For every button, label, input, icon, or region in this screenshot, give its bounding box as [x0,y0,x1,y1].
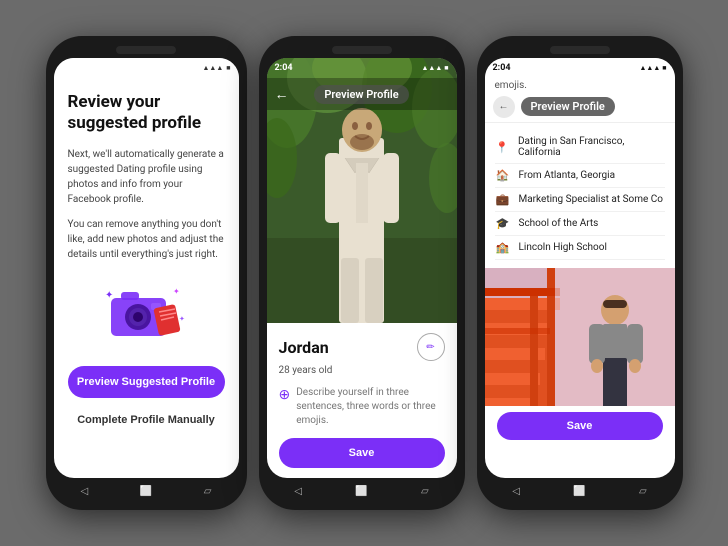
phone-2-notch [332,46,392,54]
add-bio-icon[interactable]: ⊕ [279,386,291,404]
list-item: 📍 Dating in San Francisco, California [495,131,665,164]
high-school-text: Lincoln High School [519,242,607,253]
school-icon: 🎓 [495,217,511,230]
work-icon: 💼 [495,193,511,206]
preview-suggested-profile-button[interactable]: Preview Suggested Profile [68,366,225,398]
nav-recents-button-2[interactable]: ▱ [418,484,432,498]
list-item: 🏫 Lincoln High School [495,236,665,260]
nav-recents-button[interactable]: ▱ [201,484,215,498]
nav-recents-button-3[interactable]: ▱ [636,484,650,498]
phone-3-status-icons: ▲▲▲ ■ [639,64,666,72]
phone-2: 2:04 ▲▲▲ ■ ← Preview Profile Jordan ✏ 28… [259,36,465,510]
phone-2-save-button[interactable]: Save [279,438,445,468]
phone-2-screen: 2:04 ▲▲▲ ■ ← Preview Profile Jordan ✏ 28… [267,58,457,478]
phone-1-status-bar: ▲▲▲ ■ [54,58,239,78]
complete-profile-manually-button[interactable]: Complete Profile Manually [68,414,225,426]
phone-1-signal: ▲▲▲ [202,64,223,72]
phone-2-edit-button[interactable]: ✏ [417,333,445,361]
phone-3-battery: ■ [662,64,666,72]
job-text: Marketing Specialist at Some Co [519,194,664,205]
phone-2-info-section: Jordan ✏ 28 years old ⊕ Describe yoursel… [267,323,457,476]
school-arts-text: School of the Arts [519,218,599,229]
svg-text:✦: ✦ [173,287,180,296]
phone-1-content: Review your suggested profile Next, we'l… [54,78,239,439]
phone-3-screen: 2:04 ▲▲▲ ■ emojis. ← Preview Profile 📍 D… [485,58,675,478]
list-item: 🏠 From Atlanta, Georgia [495,164,665,188]
edit-icon: ✏ [426,342,434,353]
location-icon: 📍 [495,141,510,154]
phone-2-signal: ▲▲▲ [421,64,442,72]
phone-2-top-bar: ← Preview Profile [267,78,457,110]
phone-2-back-button[interactable]: ← [275,86,289,103]
phone-3-save-button[interactable]: Save [497,412,663,440]
phone-3-time: 2:04 [493,63,511,73]
phone-2-status-icons: ▲▲▲ ■ [421,64,448,72]
nav-back-button-3[interactable]: ◁ [509,484,523,498]
phone-1-title: Review your suggested profile [68,92,225,135]
phone-3-bottom-bar: ◁ ⬜ ▱ [485,478,675,500]
phone-2-bottom-bar: ◁ ⬜ ▱ [267,478,457,500]
phone-3: 2:04 ▲▲▲ ■ emojis. ← Preview Profile 📍 D… [477,36,683,510]
camera-illustration-icon: ✦ ✦ ✦ [101,276,191,346]
back-arrow-icon: ← [499,101,509,112]
phone-2-name-row: Jordan ✏ [279,333,445,361]
phone-3-photo: Save [485,268,675,446]
phone-1-screen: ▲▲▲ ■ Review your suggested profile Next… [54,58,239,478]
nav-back-button-2[interactable]: ◁ [291,484,305,498]
svg-text:✦: ✦ [105,290,113,301]
list-item: 🎓 School of the Arts [495,212,665,236]
phone-3-preview-title: Preview Profile [521,97,615,116]
nav-home-button[interactable]: ⬜ [139,484,153,498]
svg-text:✦: ✦ [179,315,185,323]
dating-location-text: Dating in San Francisco, California [518,136,665,158]
phone-2-bio-row: ⊕ Describe yourself in three sentences, … [279,386,445,428]
nav-back-button[interactable]: ◁ [77,484,91,498]
phone-1-battery: ■ [226,64,230,72]
phone-3-info-list: 📍 Dating in San Francisco, California 🏠 … [485,123,675,268]
phone-2-user-name: Jordan [279,338,329,357]
phone-1-body2: You can remove anything you don't like, … [68,217,225,262]
nav-home-button-2[interactable]: ⬜ [354,484,368,498]
phone-3-top-bar: ← Preview Profile [485,91,675,123]
phone-3-notch [550,46,610,54]
phone-2-time: 2:04 [275,63,293,73]
phone-2-age: 28 years old [279,365,445,376]
home-icon: 🏠 [495,169,511,182]
phone-2-battery: ■ [444,64,448,72]
nav-home-button-3[interactable]: ⬜ [572,484,586,498]
phone-3-save-bar: Save [485,406,675,446]
phone-1-illustration: ✦ ✦ ✦ [68,276,225,346]
phone-3-signal: ▲▲▲ [639,64,660,72]
phone-2-preview-title: Preview Profile [314,85,408,104]
phone-3-back-button[interactable]: ← [493,96,515,118]
phone-2-status-bar: 2:04 ▲▲▲ ■ [267,58,457,78]
phone-1: ▲▲▲ ■ Review your suggested profile Next… [46,36,247,510]
phone-3-emojis-label: emojis. [485,78,675,91]
list-item: 💼 Marketing Specialist at Some Co [495,188,665,212]
high-school-icon: 🏫 [495,241,511,254]
phone-3-status-bar: 2:04 ▲▲▲ ■ [485,58,675,78]
phone-1-notch [116,46,176,54]
hometown-text: From Atlanta, Georgia [519,170,616,181]
phone-1-bottom-bar: ◁ ⬜ ▱ [54,478,239,500]
phone-1-body1: Next, we'll automatically generate a sug… [68,147,225,207]
phone-2-bio-placeholder[interactable]: Describe yourself in three sentences, th… [296,386,444,428]
